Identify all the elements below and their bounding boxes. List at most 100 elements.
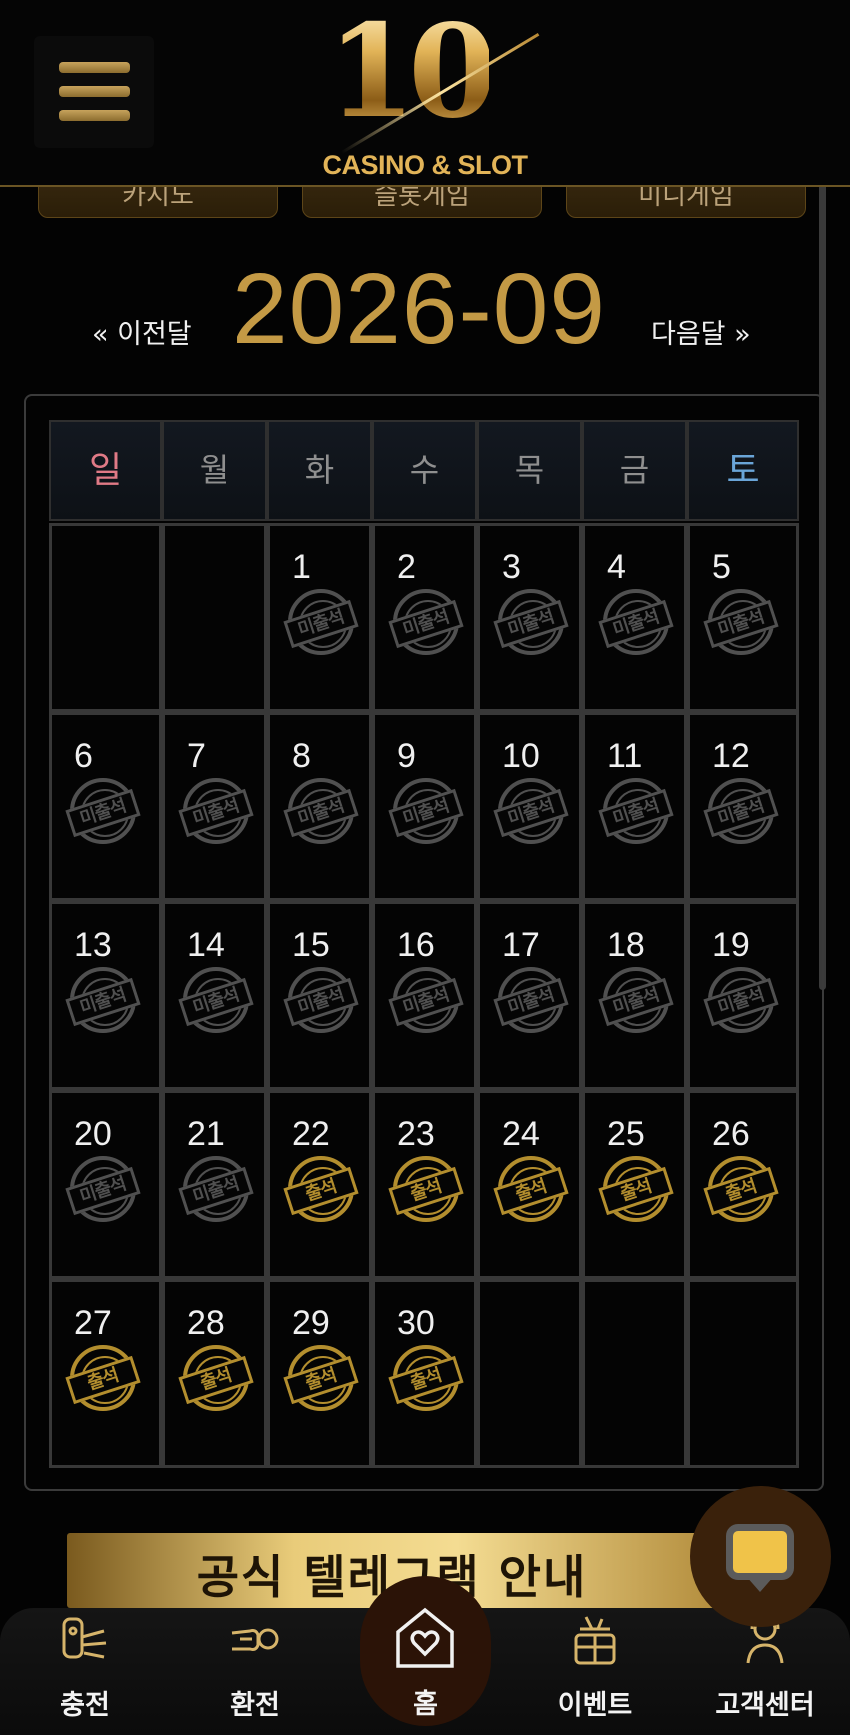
stamp-label: 미출석 bbox=[283, 977, 359, 1027]
attendance-stamp-icon: 출석 bbox=[388, 1156, 464, 1222]
prev-month-link[interactable]: « 이전달 bbox=[92, 312, 192, 351]
weekday-header: 목 bbox=[477, 420, 582, 521]
calendar-day-cell: 26 출석 bbox=[687, 1090, 799, 1279]
day-number: 13 bbox=[74, 926, 112, 964]
day-number: 17 bbox=[502, 926, 540, 964]
absence-stamp-icon: 미출석 bbox=[65, 778, 141, 844]
stamp-label: 출석 bbox=[178, 1355, 254, 1405]
absence-stamp-icon: 미출석 bbox=[178, 1156, 254, 1222]
attendance-stamp-icon: 출석 bbox=[703, 1156, 779, 1222]
weekday-header: 일 bbox=[49, 420, 162, 521]
calendar-day-cell: 2 미출석 bbox=[372, 523, 477, 712]
day-number: 18 bbox=[607, 926, 645, 964]
stamp-label: 미출석 bbox=[703, 977, 779, 1027]
weekday-header: 수 bbox=[372, 420, 477, 521]
site-logo[interactable]: 10 CASINO & SLOT bbox=[305, 2, 545, 182]
chat-bubble-icon bbox=[726, 1524, 794, 1580]
absence-stamp-icon: 미출석 bbox=[493, 778, 569, 844]
day-number: 11 bbox=[607, 737, 643, 775]
stamp-label: 미출석 bbox=[388, 788, 464, 838]
logo-subtitle: CASINO & SLOT bbox=[322, 150, 528, 180]
home-heart-icon bbox=[396, 1607, 454, 1668]
stamp-label: 미출석 bbox=[178, 788, 254, 838]
stamp-label: 미출석 bbox=[65, 977, 141, 1027]
stamp-label: 미출석 bbox=[493, 788, 569, 838]
nav-deposit[interactable]: 충전 bbox=[20, 1613, 150, 1733]
absence-stamp-icon: 미출석 bbox=[283, 589, 359, 655]
stamp-label: 미출석 bbox=[178, 1166, 254, 1216]
nav-event[interactable]: 이벤트 bbox=[530, 1613, 660, 1733]
calendar-day-cell: 8 미출석 bbox=[267, 712, 372, 901]
attendance-stamp-icon: 출석 bbox=[283, 1156, 359, 1222]
nav-exchange[interactable]: 환전 bbox=[190, 1613, 320, 1733]
stamp-label: 출석 bbox=[65, 1355, 141, 1405]
day-number: 25 bbox=[607, 1115, 645, 1153]
day-number: 29 bbox=[292, 1304, 330, 1342]
calendar-empty-cell bbox=[49, 523, 162, 712]
attendance-stamp-icon: 출석 bbox=[65, 1345, 141, 1411]
next-month-link[interactable]: 다음달 » bbox=[651, 312, 751, 351]
stamp-label: 미출석 bbox=[703, 788, 779, 838]
absence-stamp-icon: 미출석 bbox=[703, 778, 779, 844]
day-number: 19 bbox=[712, 926, 750, 964]
calendar-day-cell: 4 미출석 bbox=[582, 523, 687, 712]
weekday-header: 토 bbox=[687, 420, 799, 521]
calendar-day-cell: 10 미출석 bbox=[477, 712, 582, 901]
day-number: 5 bbox=[712, 548, 731, 586]
calendar-day-cell: 25 출석 bbox=[582, 1090, 687, 1279]
absence-stamp-icon: 미출석 bbox=[388, 967, 464, 1033]
absence-stamp-icon: 미출석 bbox=[493, 967, 569, 1033]
day-number: 6 bbox=[74, 737, 93, 775]
nav-label: 충전 bbox=[60, 1690, 110, 1721]
stamp-label: 미출석 bbox=[493, 977, 569, 1027]
weekday-header: 월 bbox=[162, 420, 267, 521]
calendar-day-cell: 21 미출석 bbox=[162, 1090, 267, 1279]
nav-label: 고객센터 bbox=[715, 1690, 815, 1721]
calendar-day-cell: 5 미출석 bbox=[687, 523, 799, 712]
day-number: 21 bbox=[187, 1115, 225, 1153]
calendar-day-cell: 11 미출석 bbox=[582, 712, 687, 901]
day-number: 3 bbox=[502, 548, 521, 586]
nav-home[interactable]: 홈 bbox=[360, 1576, 491, 1726]
stamp-label: 미출석 bbox=[65, 1166, 141, 1216]
nav-support[interactable]: 고객센터 bbox=[700, 1613, 830, 1733]
absence-stamp-icon: 미출석 bbox=[65, 967, 141, 1033]
absence-stamp-icon: 미출석 bbox=[283, 778, 359, 844]
stamp-label: 출석 bbox=[703, 1166, 779, 1216]
calendar-day-cell: 17 미출석 bbox=[477, 901, 582, 1090]
weekday-header: 화 bbox=[267, 420, 372, 521]
calendar-day-cell: 22 출석 bbox=[267, 1090, 372, 1279]
nav-label: 이벤트 bbox=[557, 1690, 633, 1721]
day-number: 30 bbox=[397, 1304, 435, 1342]
chat-bubble-tail bbox=[746, 1576, 774, 1592]
day-number: 10 bbox=[502, 737, 540, 775]
stamp-label: 미출석 bbox=[598, 977, 674, 1027]
stamp-label: 미출석 bbox=[388, 599, 464, 649]
month-title: 2026-09 bbox=[232, 253, 606, 365]
stamp-label: 미출석 bbox=[598, 788, 674, 838]
day-number: 22 bbox=[292, 1115, 330, 1153]
stamp-label: 출석 bbox=[493, 1166, 569, 1216]
day-number: 23 bbox=[397, 1115, 435, 1153]
hamburger-menu-icon[interactable] bbox=[34, 36, 154, 148]
stamp-label: 출석 bbox=[598, 1166, 674, 1216]
day-number: 2 bbox=[397, 548, 416, 586]
stamp-label: 출석 bbox=[283, 1355, 359, 1405]
attendance-stamp-icon: 출석 bbox=[283, 1345, 359, 1411]
day-number: 8 bbox=[292, 737, 311, 775]
stamp-label: 출석 bbox=[388, 1166, 464, 1216]
chat-button[interactable] bbox=[690, 1486, 831, 1627]
calendar-day-cell: 3 미출석 bbox=[477, 523, 582, 712]
stamp-label: 미출석 bbox=[283, 599, 359, 649]
absence-stamp-icon: 미출석 bbox=[388, 778, 464, 844]
absence-stamp-icon: 미출석 bbox=[703, 589, 779, 655]
stamp-label: 미출석 bbox=[388, 977, 464, 1027]
calendar-day-cell: 23 출석 bbox=[372, 1090, 477, 1279]
nav-label: 환전 bbox=[230, 1690, 280, 1721]
absence-stamp-icon: 미출석 bbox=[178, 967, 254, 1033]
deposit-icon bbox=[62, 1617, 107, 1659]
calendar-empty-cell bbox=[582, 1279, 687, 1468]
calendar-day-cell: 18 미출석 bbox=[582, 901, 687, 1090]
day-number: 20 bbox=[74, 1115, 112, 1153]
day-number: 14 bbox=[187, 926, 225, 964]
